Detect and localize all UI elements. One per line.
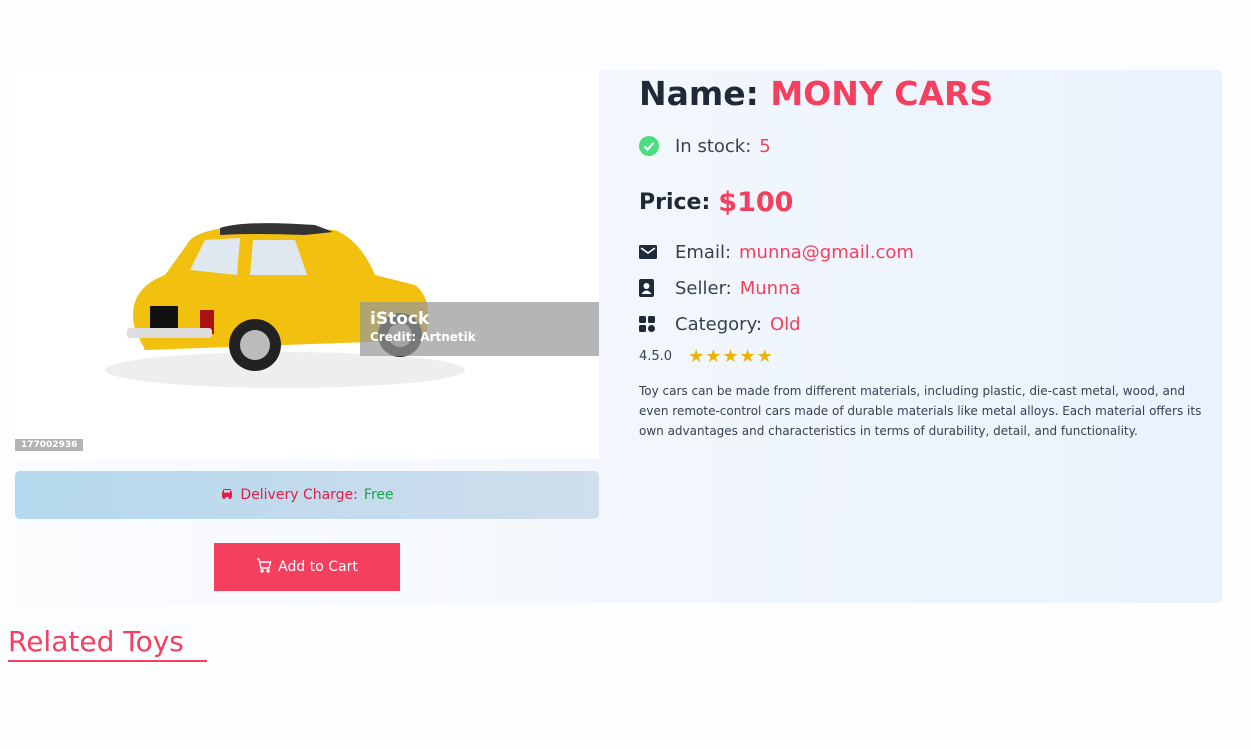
email-row: Email: munna@gmail.com — [639, 234, 1214, 270]
envelope-icon — [639, 245, 675, 259]
seller-row: Seller: Munna — [639, 270, 1214, 306]
price-row: Price: $100 — [639, 180, 1214, 224]
product-info: Name: MONY CARS In stock: 5 Price: $100 E… — [639, 70, 1214, 441]
email-value[interactable]: munna@gmail.com — [739, 242, 914, 263]
name-label: Name: — [639, 74, 759, 113]
category-row: Category: Old — [639, 306, 1214, 342]
delivery-value: Free — [363, 487, 394, 503]
grid-icon — [639, 316, 675, 332]
toy-car-image — [105, 223, 465, 388]
seller-value: Munna — [739, 277, 801, 299]
stock-value: 5 — [759, 135, 771, 157]
rating-row: 4.5.0 ★★★★★ — [639, 346, 1214, 367]
seller-label: Seller: — [675, 277, 732, 299]
car-icon — [220, 487, 234, 503]
price-value: $100 — [718, 186, 794, 218]
product-name: Name: MONY CARS — [639, 72, 1214, 116]
add-to-cart-label: Add to Cart — [278, 559, 358, 575]
watermark-brand: iStock — [370, 309, 430, 329]
watermark: iStock Credit: Artnetik — [360, 302, 599, 356]
user-badge-icon — [639, 279, 675, 297]
star-rating: ★★★★★ — [688, 346, 774, 367]
stock-row: In stock: 5 — [639, 128, 1214, 164]
product-description: Toy cars can be made from different mate… — [639, 384, 1202, 438]
check-circle-icon — [639, 136, 675, 156]
stock-label: In stock: — [675, 135, 752, 157]
price-label: Price: — [639, 189, 711, 215]
category-value: Old — [769, 313, 801, 335]
product-image: iStock Credit: Artnetik 177002936 — [15, 70, 599, 459]
image-id: 177002936 — [15, 439, 84, 451]
add-to-cart-button[interactable]: Add to Cart — [214, 543, 400, 591]
rating-text: 4.5.0 — [639, 349, 673, 364]
delivery-banner: Delivery Charge: Free — [15, 471, 599, 519]
related-toys-heading: Related Toys — [8, 624, 207, 662]
category-label: Category: — [675, 313, 762, 335]
cart-icon — [256, 557, 272, 577]
delivery-label: Delivery Charge: — [240, 487, 358, 503]
watermark-credit: Credit: Artnetik — [370, 330, 476, 344]
name-value: MONY CARS — [770, 74, 994, 113]
email-label: Email: — [675, 241, 732, 263]
